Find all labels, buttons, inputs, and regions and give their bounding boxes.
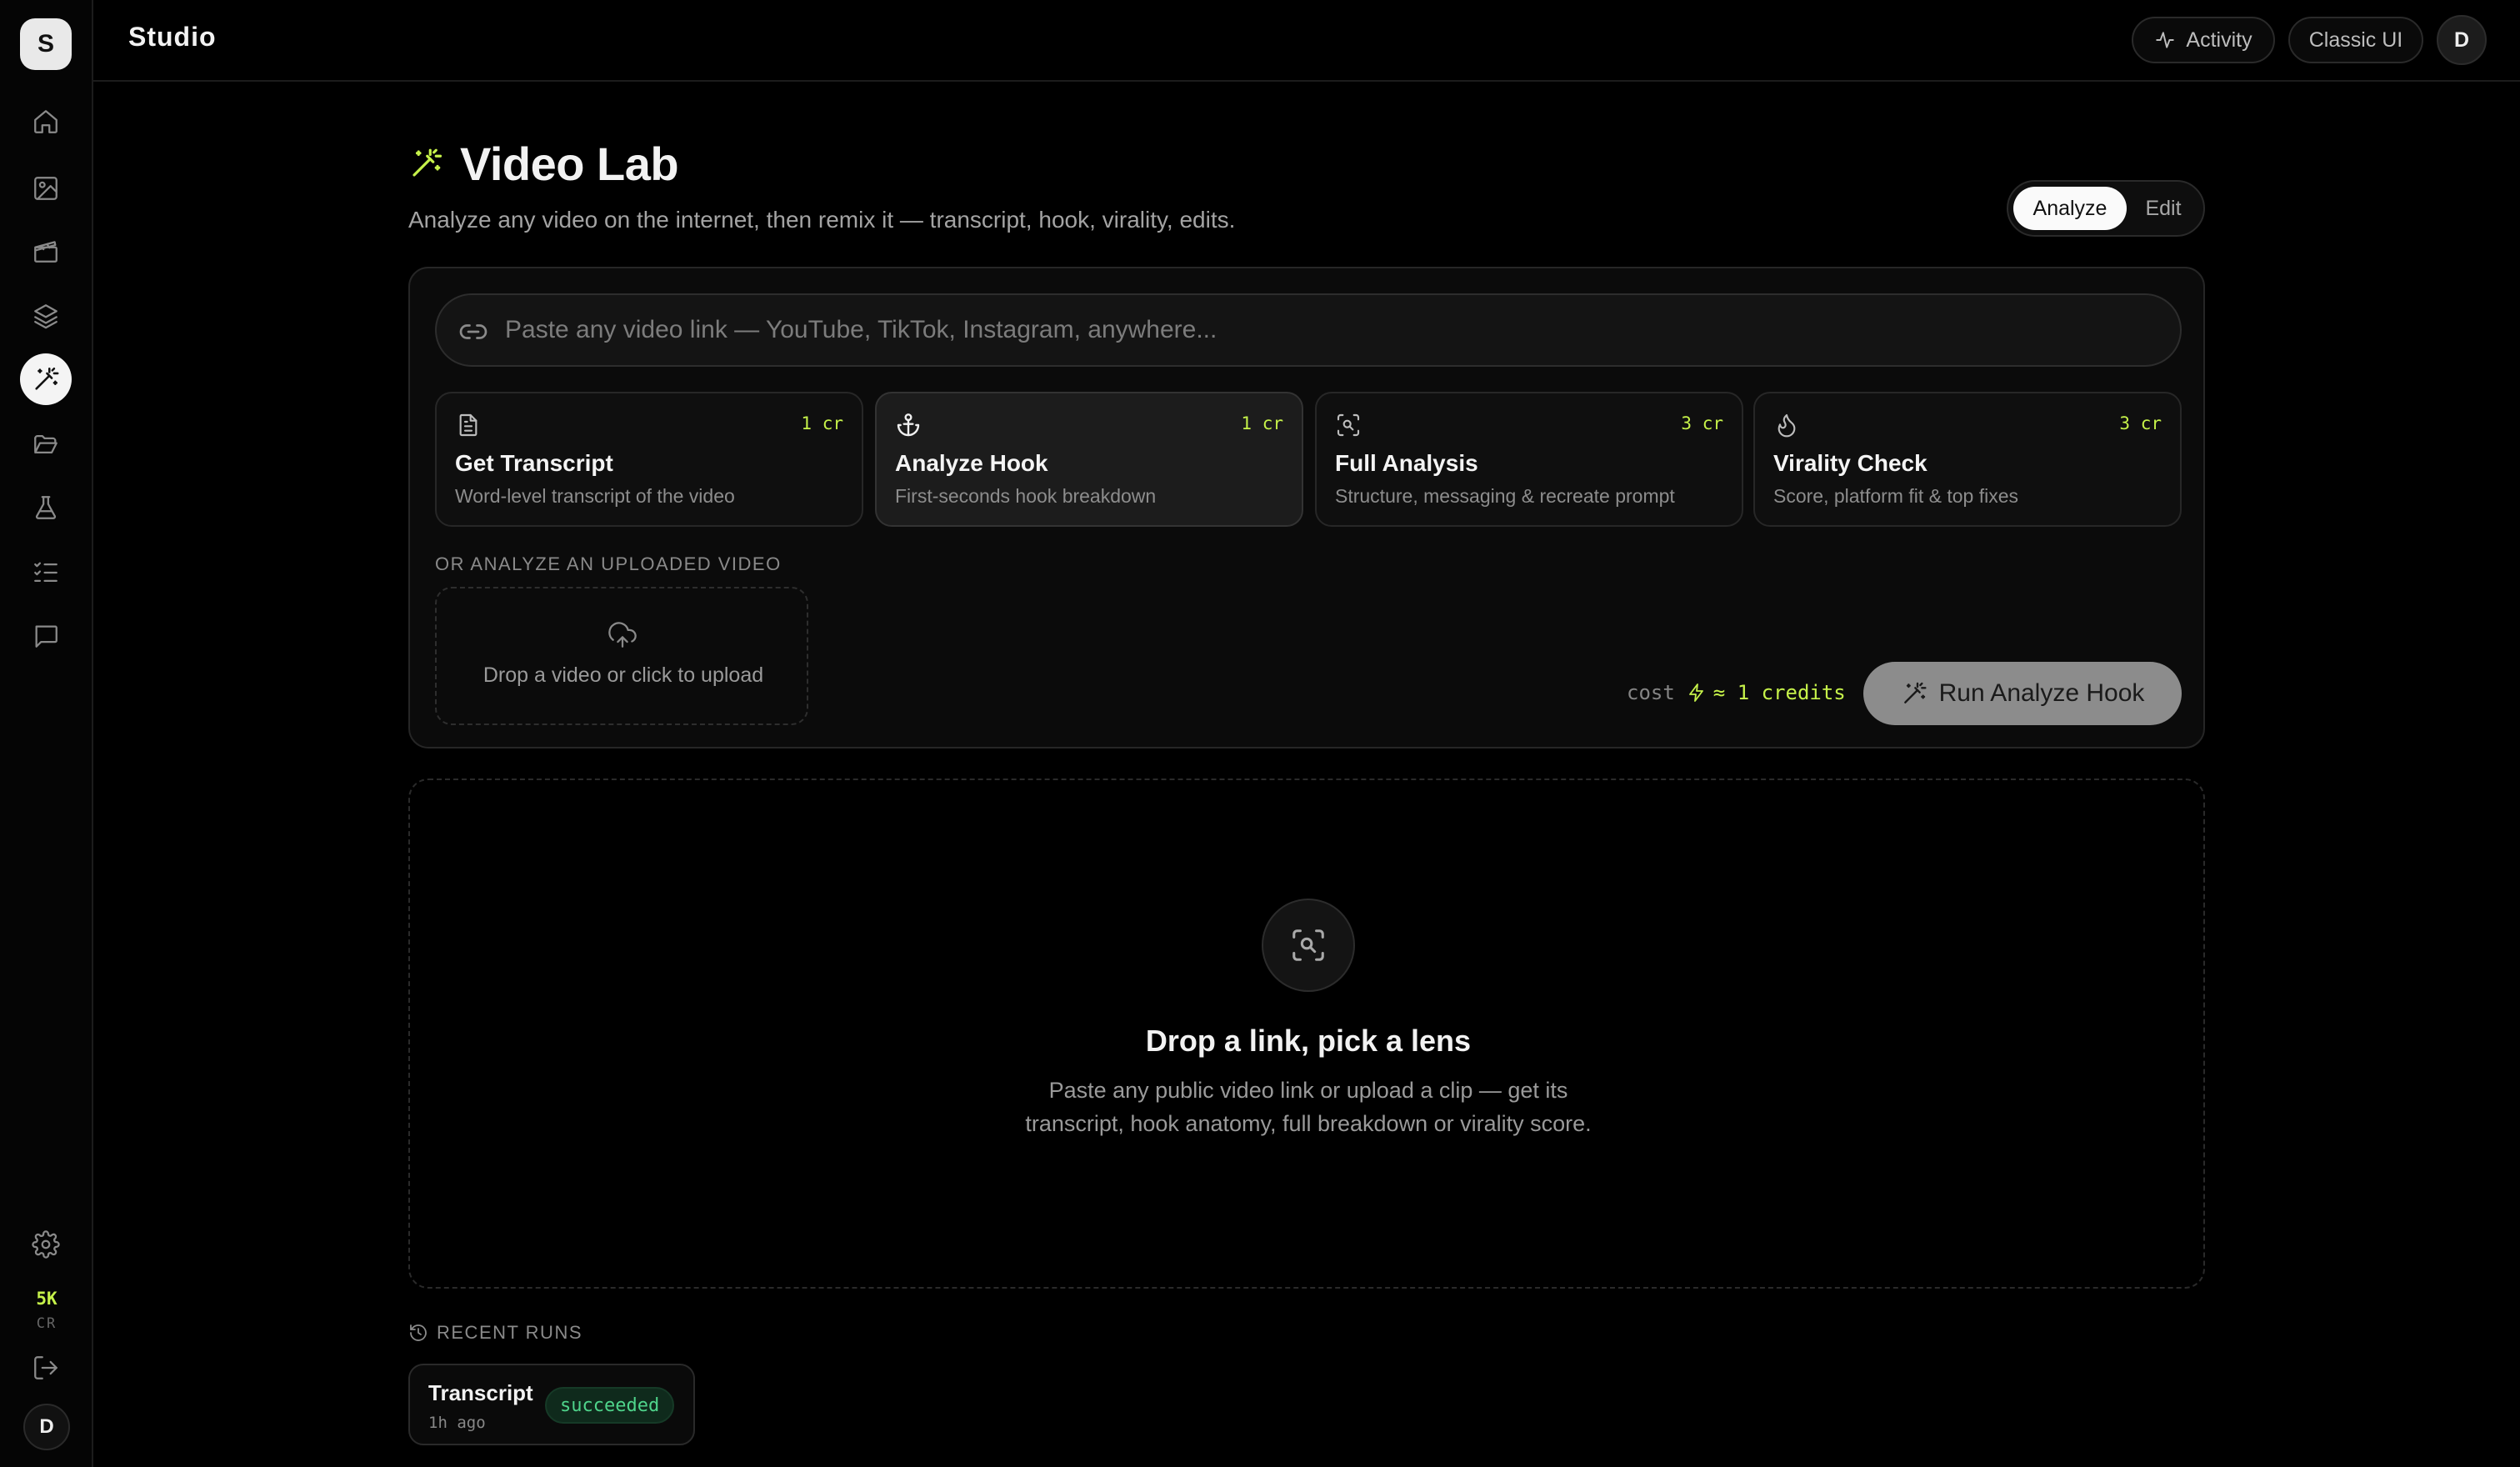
scan-search-icon (1337, 413, 1360, 437)
empty-state-description: Paste any public video link or upload a … (1025, 1078, 1592, 1136)
sidebar-item-tasks[interactable] (20, 547, 72, 598)
sidebar-item-video[interactable] (20, 225, 72, 277)
lightning-icon (1688, 683, 1703, 702)
run-time: 1h ago (428, 1414, 486, 1432)
lens-virality-check[interactable]: 3 cr Virality Check Score, platform fit … (1753, 392, 2182, 527)
classic-ui-button[interactable]: Classic UI (2288, 17, 2423, 63)
flame-icon (1778, 413, 1796, 438)
mode-edit-option[interactable]: Edit (2127, 187, 2200, 230)
cost-value: ≈ 1 credits (1712, 681, 1846, 704)
page-subtitle: Analyze any video on the internet, then … (408, 207, 1236, 233)
page-title: Video Lab (408, 135, 679, 192)
empty-state-title: Drop a link, pick a lens (1145, 1024, 1472, 1058)
history-icon (410, 1324, 427, 1341)
lens-get-transcript[interactable]: 1 cr Get Transcript Word-level transcrip… (435, 392, 863, 527)
logout-button[interactable] (20, 1342, 72, 1394)
credits-unit: CR (36, 1315, 58, 1332)
document-icon (459, 413, 478, 437)
logout-icon (34, 1356, 58, 1379)
sidebar-item-images[interactable] (20, 163, 72, 214)
clapperboard-icon (34, 241, 58, 263)
lens-cost: 3 cr (1681, 413, 1723, 433)
upload-dropzone[interactable]: Drop a video or click to upload (435, 587, 808, 725)
recent-run-item[interactable]: Transcript 1h ago succeeded (408, 1364, 695, 1445)
sidebar: S 5K CR D (0, 0, 93, 1467)
magic-wand-icon (35, 367, 59, 390)
empty-state-icon-wrap (1262, 899, 1355, 992)
user-avatar[interactable]: D (2437, 15, 2487, 65)
classic-ui-label: Classic UI (2308, 28, 2403, 52)
magic-wand-icon (1903, 682, 1927, 703)
activity-button[interactable]: Activity (2132, 17, 2275, 63)
activity-icon (2156, 32, 2175, 48)
empty-state: Drop a link, pick a lens Paste any publi… (408, 779, 2205, 1289)
upload-section-label: OR ANALYZE AN UPLOADED VIDEO (435, 553, 782, 574)
credits-value: 5K (36, 1289, 58, 1309)
lens-full-analysis[interactable]: 3 cr Full Analysis Structure, messaging … (1315, 392, 1743, 527)
sidebar-item-lab[interactable] (20, 482, 72, 533)
lens-cost: 3 cr (2119, 413, 2162, 433)
link-icon (459, 324, 488, 339)
scan-search-icon (1292, 929, 1324, 961)
mode-toggle: Analyze Edit (2007, 180, 2205, 237)
cost-label: cost (1627, 681, 1675, 704)
lens-description: First-seconds hook breakdown (895, 485, 1157, 507)
flask-icon (35, 496, 57, 519)
lens-description: Structure, messaging & recreate prompt (1335, 485, 1675, 507)
video-link-field[interactable] (435, 293, 2182, 367)
magic-wand-icon (412, 148, 442, 177)
sidebar-item-chat[interactable] (20, 610, 72, 662)
lens-name: Full Analysis (1335, 450, 1478, 476)
page-title-text: Video Lab (460, 137, 679, 190)
image-icon (34, 177, 58, 200)
sidebar-item-layers[interactable] (20, 290, 72, 342)
lens-cost: 1 cr (801, 413, 843, 433)
video-link-input[interactable] (505, 295, 2155, 365)
run-name: Transcript (428, 1380, 533, 1405)
sidebar-item-home[interactable] (20, 96, 72, 148)
sidebar-item-folder[interactable] (20, 418, 72, 470)
activity-label: Activity (2186, 28, 2252, 52)
layers-icon (34, 304, 58, 329)
upload-text: Drop a video or click to upload (482, 663, 764, 687)
home-icon (34, 110, 58, 133)
analyze-panel: 1 cr Get Transcript Word-level transcrip… (408, 267, 2205, 749)
lens-name: Virality Check (1773, 450, 1928, 476)
settings-button[interactable] (20, 1219, 72, 1270)
lens-cost: 1 cr (1241, 413, 1283, 433)
recent-runs-label-text: RECENT RUNS (437, 1322, 583, 1343)
mode-analyze-option[interactable]: Analyze (2013, 187, 2127, 230)
app-logo[interactable]: S (20, 18, 72, 70)
run-button-label: Run Analyze Hook (1938, 679, 2145, 707)
chat-icon (35, 625, 58, 648)
recent-runs-label: RECENT RUNS (408, 1320, 582, 1345)
lens-description: Score, platform fit & top fixes (1773, 485, 2019, 507)
top-bar: Studio Activity Classic UI D (93, 0, 2520, 82)
checklist-icon (34, 562, 58, 583)
lens-name: Analyze Hook (895, 450, 1048, 476)
sidebar-item-video-lab[interactable] (20, 353, 72, 405)
run-analyze-button[interactable]: Run Analyze Hook (1863, 662, 2182, 725)
anchor-icon (897, 413, 920, 437)
folder-open-icon (34, 434, 58, 454)
cloud-upload-icon (608, 622, 637, 648)
lens-description: Word-level transcript of the video (455, 485, 735, 507)
gear-icon (32, 1230, 60, 1259)
status-badge: succeeded (545, 1387, 675, 1424)
lens-analyze-hook[interactable]: 1 cr Analyze Hook First-seconds hook bre… (875, 392, 1303, 527)
app-title: Studio (128, 22, 217, 52)
cost-estimate: cost ≈ 1 credits (1627, 677, 1846, 708)
lens-name: Get Transcript (455, 450, 613, 476)
sidebar-avatar[interactable]: D (23, 1404, 70, 1450)
